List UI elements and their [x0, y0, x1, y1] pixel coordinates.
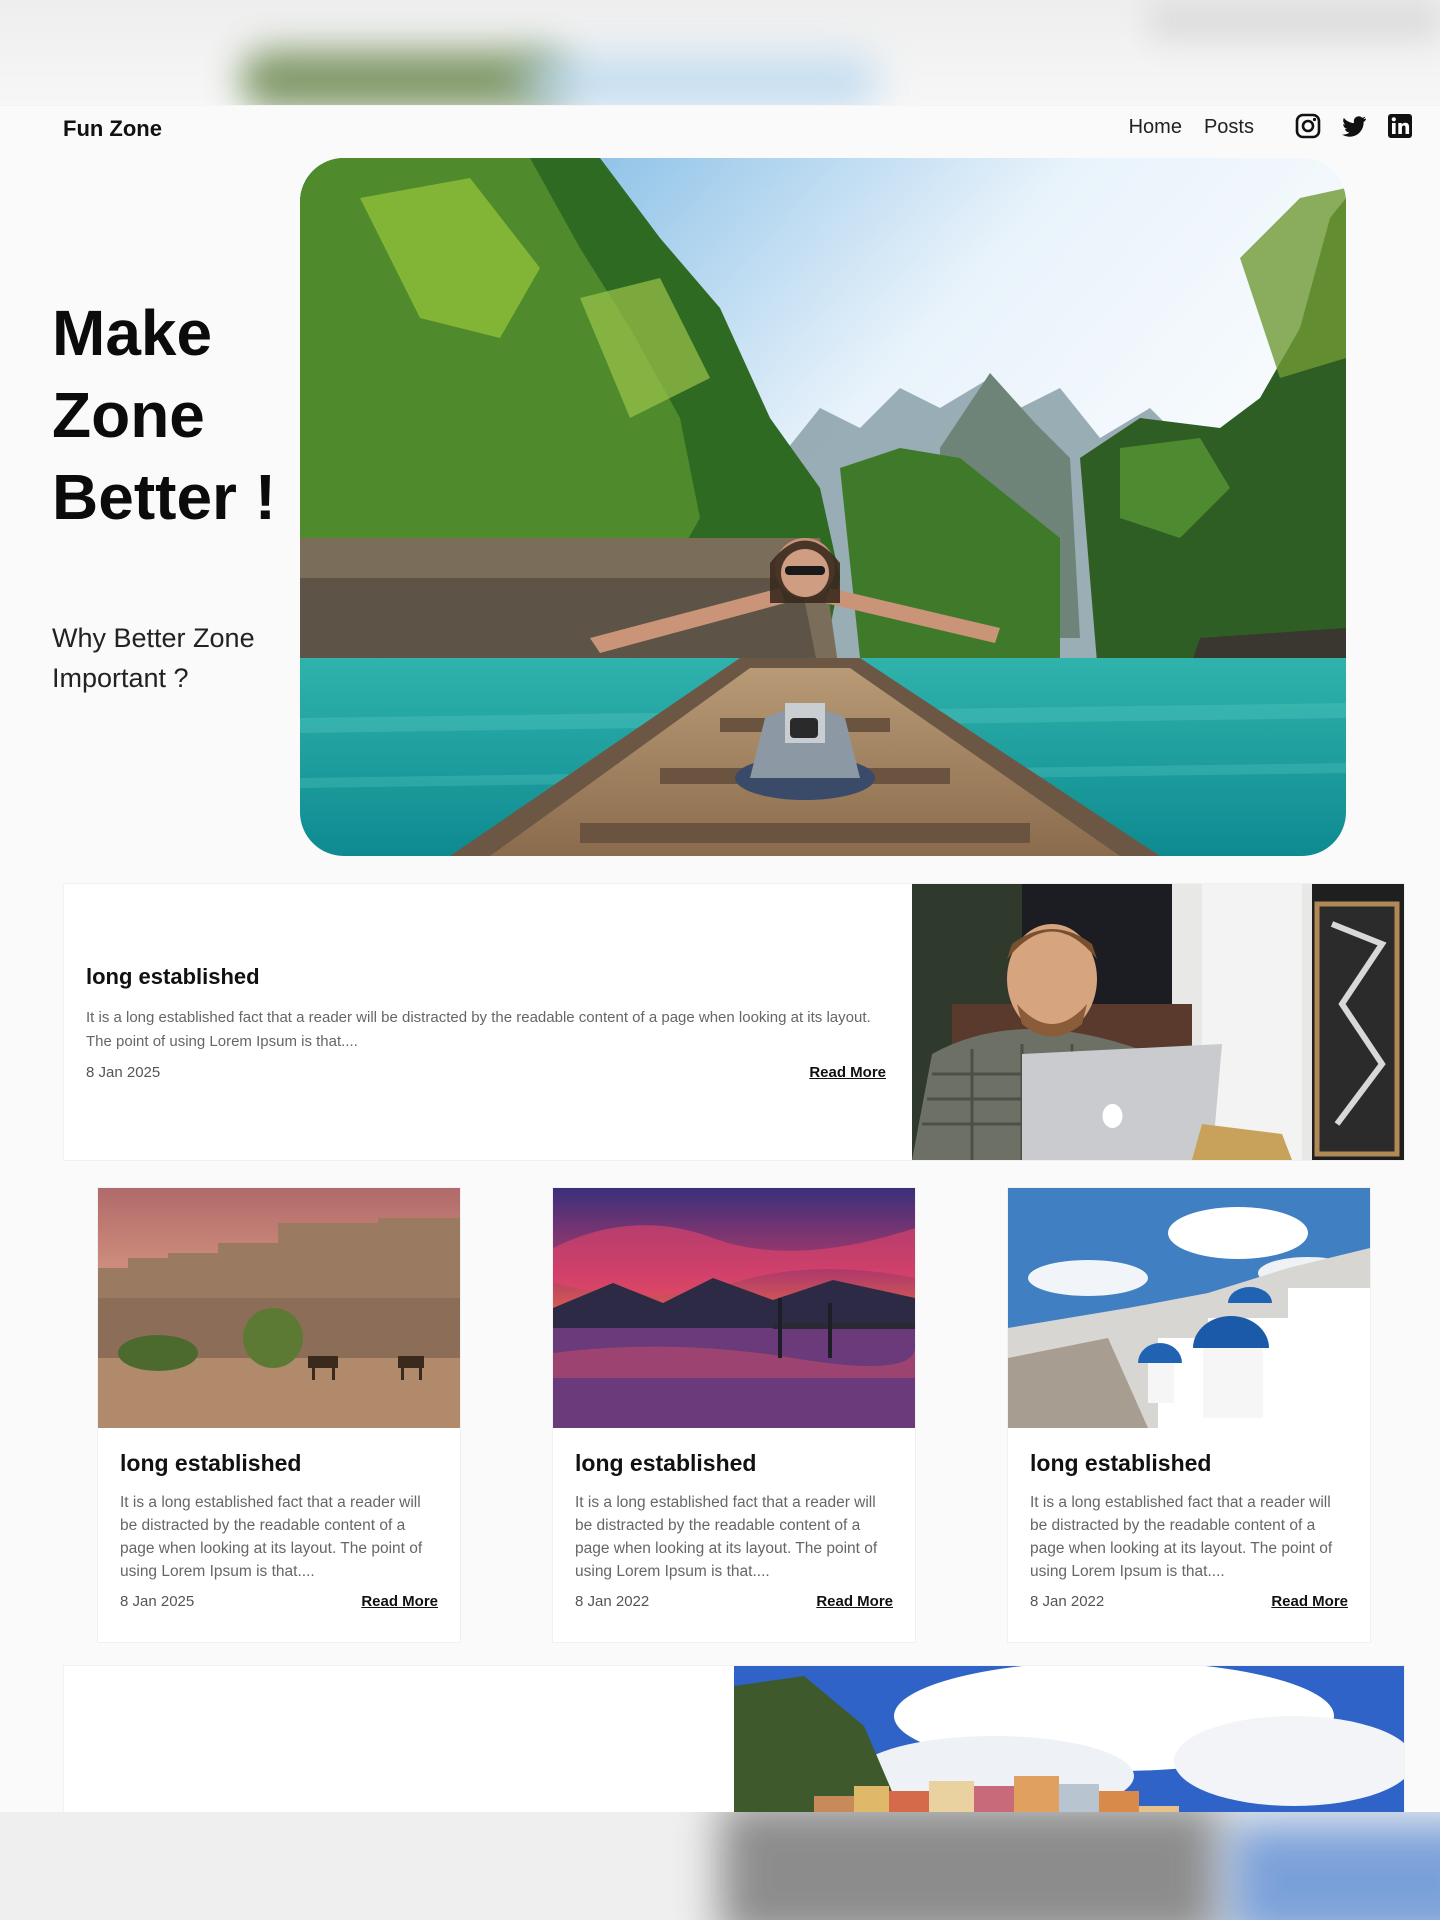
post-text: long established It is a long establishe… [1008, 1428, 1370, 1610]
hero-title: Make Zone Better ! [52, 297, 277, 533]
featured-post-text: long established It is a long establishe… [86, 964, 886, 1081]
instagram-icon[interactable] [1294, 112, 1322, 140]
post-card[interactable]: long established It is a long establishe… [98, 1188, 460, 1642]
nav-home[interactable]: Home [1129, 116, 1182, 139]
nav-posts[interactable]: Posts [1204, 116, 1254, 139]
brand-logo[interactable]: Fun Zone [63, 116, 162, 142]
hero-subtitle: Why Better Zone Important ? [52, 623, 255, 693]
post-title[interactable]: long established [575, 1450, 893, 1477]
read-more-link[interactable]: Read More [816, 1593, 893, 1610]
featured-post-image [912, 884, 1404, 1160]
post-image [98, 1188, 460, 1428]
post-title[interactable]: long established [1030, 1450, 1348, 1477]
post-excerpt: It is a long established fact that a rea… [120, 1494, 423, 1580]
post-excerpt: It is a long established fact that a rea… [575, 1494, 878, 1580]
featured-post-card-partial[interactable] [64, 1666, 1404, 1812]
social-links [1294, 112, 1440, 140]
post-image [1008, 1188, 1370, 1428]
read-more-link[interactable]: Read More [361, 1593, 438, 1610]
linkedin-icon[interactable] [1386, 112, 1414, 140]
twitter-icon[interactable] [1340, 112, 1368, 140]
blog-page: Fun Zone Home Posts Make Zone Better ! W… [0, 106, 1440, 1812]
post-text: long established It is a long establishe… [553, 1428, 915, 1610]
post-date: 8 Jan 2022 [575, 1593, 650, 1610]
post-date: 8 Jan 2022 [1030, 1593, 1105, 1610]
read-more-link[interactable]: Read More [809, 1064, 886, 1081]
hero-image [300, 158, 1346, 856]
post-footer: 8 Jan 2022 Read More [575, 1593, 893, 1610]
post-title[interactable]: long established [86, 964, 886, 990]
post-excerpt: It is a long established fact that a rea… [1030, 1494, 1333, 1580]
post-image [553, 1188, 915, 1428]
featured-post-image [734, 1666, 1404, 1812]
post-text: long established It is a long establishe… [98, 1428, 460, 1610]
blurred-top-edge [0, 0, 1440, 105]
main-nav: Home Posts [1129, 116, 1254, 139]
post-card[interactable]: long established It is a long establishe… [1008, 1188, 1370, 1642]
post-excerpt: It is a long established fact that a rea… [86, 1009, 871, 1050]
post-title[interactable]: long established [120, 1450, 438, 1477]
featured-post-card[interactable]: long established It is a long establishe… [64, 884, 1404, 1160]
read-more-link[interactable]: Read More [1271, 1593, 1348, 1610]
post-footer: 8 Jan 2022 Read More [1030, 1593, 1348, 1610]
blurred-bottom-edge [0, 1812, 1440, 1920]
post-card[interactable]: long established It is a long establishe… [553, 1188, 915, 1642]
site-header: Fun Zone Home Posts [0, 106, 1440, 156]
post-date: 8 Jan 2025 [86, 1064, 161, 1081]
post-date: 8 Jan 2025 [120, 1593, 195, 1610]
post-footer: 8 Jan 2025 Read More [86, 1064, 886, 1081]
post-footer: 8 Jan 2025 Read More [120, 1593, 438, 1610]
